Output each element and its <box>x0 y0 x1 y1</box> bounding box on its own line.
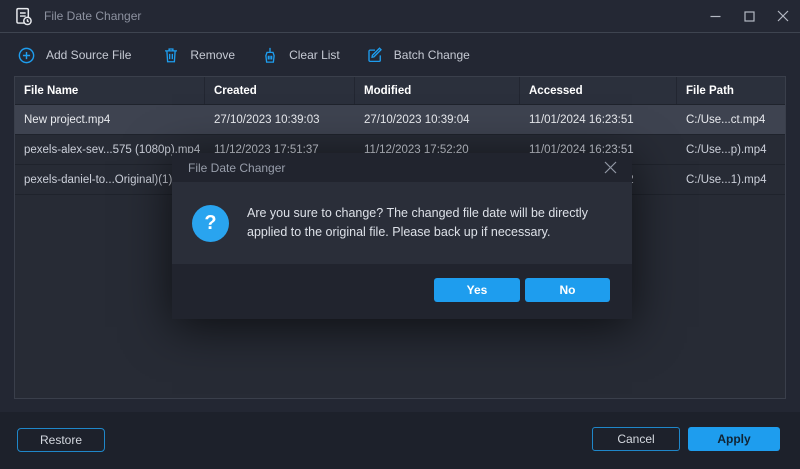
clear-list-label: Clear List <box>289 48 340 62</box>
cell-file-name: New project.mp4 <box>15 114 205 126</box>
apply-button[interactable]: Apply <box>688 427 780 451</box>
cell-file-path: C:/Use...ct.mp4 <box>677 114 783 126</box>
remove-button[interactable]: Remove <box>162 46 235 64</box>
question-icon: ? <box>192 205 229 242</box>
maximize-button[interactable] <box>732 0 766 32</box>
broom-icon <box>261 46 279 64</box>
column-header-file-path: File Path <box>677 77 783 104</box>
table-header-row: File Name Created Modified Accessed File… <box>15 77 785 105</box>
column-header-file-name: File Name <box>15 77 205 104</box>
cell-modified: 27/10/2023 10:39:04 <box>355 114 520 126</box>
restore-button[interactable]: Restore <box>17 428 105 452</box>
dialog-header: File Date Changer <box>172 153 632 182</box>
window-title: File Date Changer <box>44 9 141 23</box>
edit-square-icon <box>366 46 384 64</box>
batch-change-label: Batch Change <box>394 48 470 62</box>
add-source-file-label: Add Source File <box>46 48 131 62</box>
remove-label: Remove <box>190 48 235 62</box>
no-button[interactable]: No <box>525 278 610 302</box>
titlebar: File Date Changer <box>0 0 800 33</box>
dialog-title: File Date Changer <box>188 161 285 175</box>
window-controls <box>698 0 800 32</box>
clear-list-button[interactable]: Clear List <box>261 46 340 64</box>
column-header-accessed: Accessed <box>520 77 677 104</box>
cell-file-path: C:/Use...p).mp4 <box>677 144 783 156</box>
column-header-modified: Modified <box>355 77 520 104</box>
cell-file-path: C:/Use...1).mp4 <box>677 174 783 186</box>
minimize-button[interactable] <box>698 0 732 32</box>
batch-change-button[interactable]: Batch Change <box>366 46 470 64</box>
toolbar: Add Source File Remove Clear List B <box>0 34 800 76</box>
dialog-close-button[interactable] <box>601 159 619 177</box>
dialog-message: Are you sure to change? The changed file… <box>247 204 612 243</box>
dialog-body: ? Are you sure to change? The changed fi… <box>172 182 632 264</box>
app-document-clock-icon <box>13 6 34 27</box>
add-source-file-button[interactable]: Add Source File <box>17 46 131 65</box>
cancel-button[interactable]: Cancel <box>592 427 680 451</box>
close-button[interactable] <box>766 0 800 32</box>
add-circle-icon <box>17 46 36 65</box>
table-row[interactable]: New project.mp4 27/10/2023 10:39:03 27/1… <box>15 105 785 135</box>
trash-icon <box>162 46 180 64</box>
cell-accessed: 11/01/2024 16:23:51 <box>520 114 677 126</box>
bottom-bar: Restore Cancel Apply <box>0 412 800 469</box>
column-header-created: Created <box>205 77 355 104</box>
cell-created: 27/10/2023 10:39:03 <box>205 114 355 126</box>
confirm-dialog: File Date Changer ? Are you sure to chan… <box>172 153 632 319</box>
yes-button[interactable]: Yes <box>434 278 520 302</box>
